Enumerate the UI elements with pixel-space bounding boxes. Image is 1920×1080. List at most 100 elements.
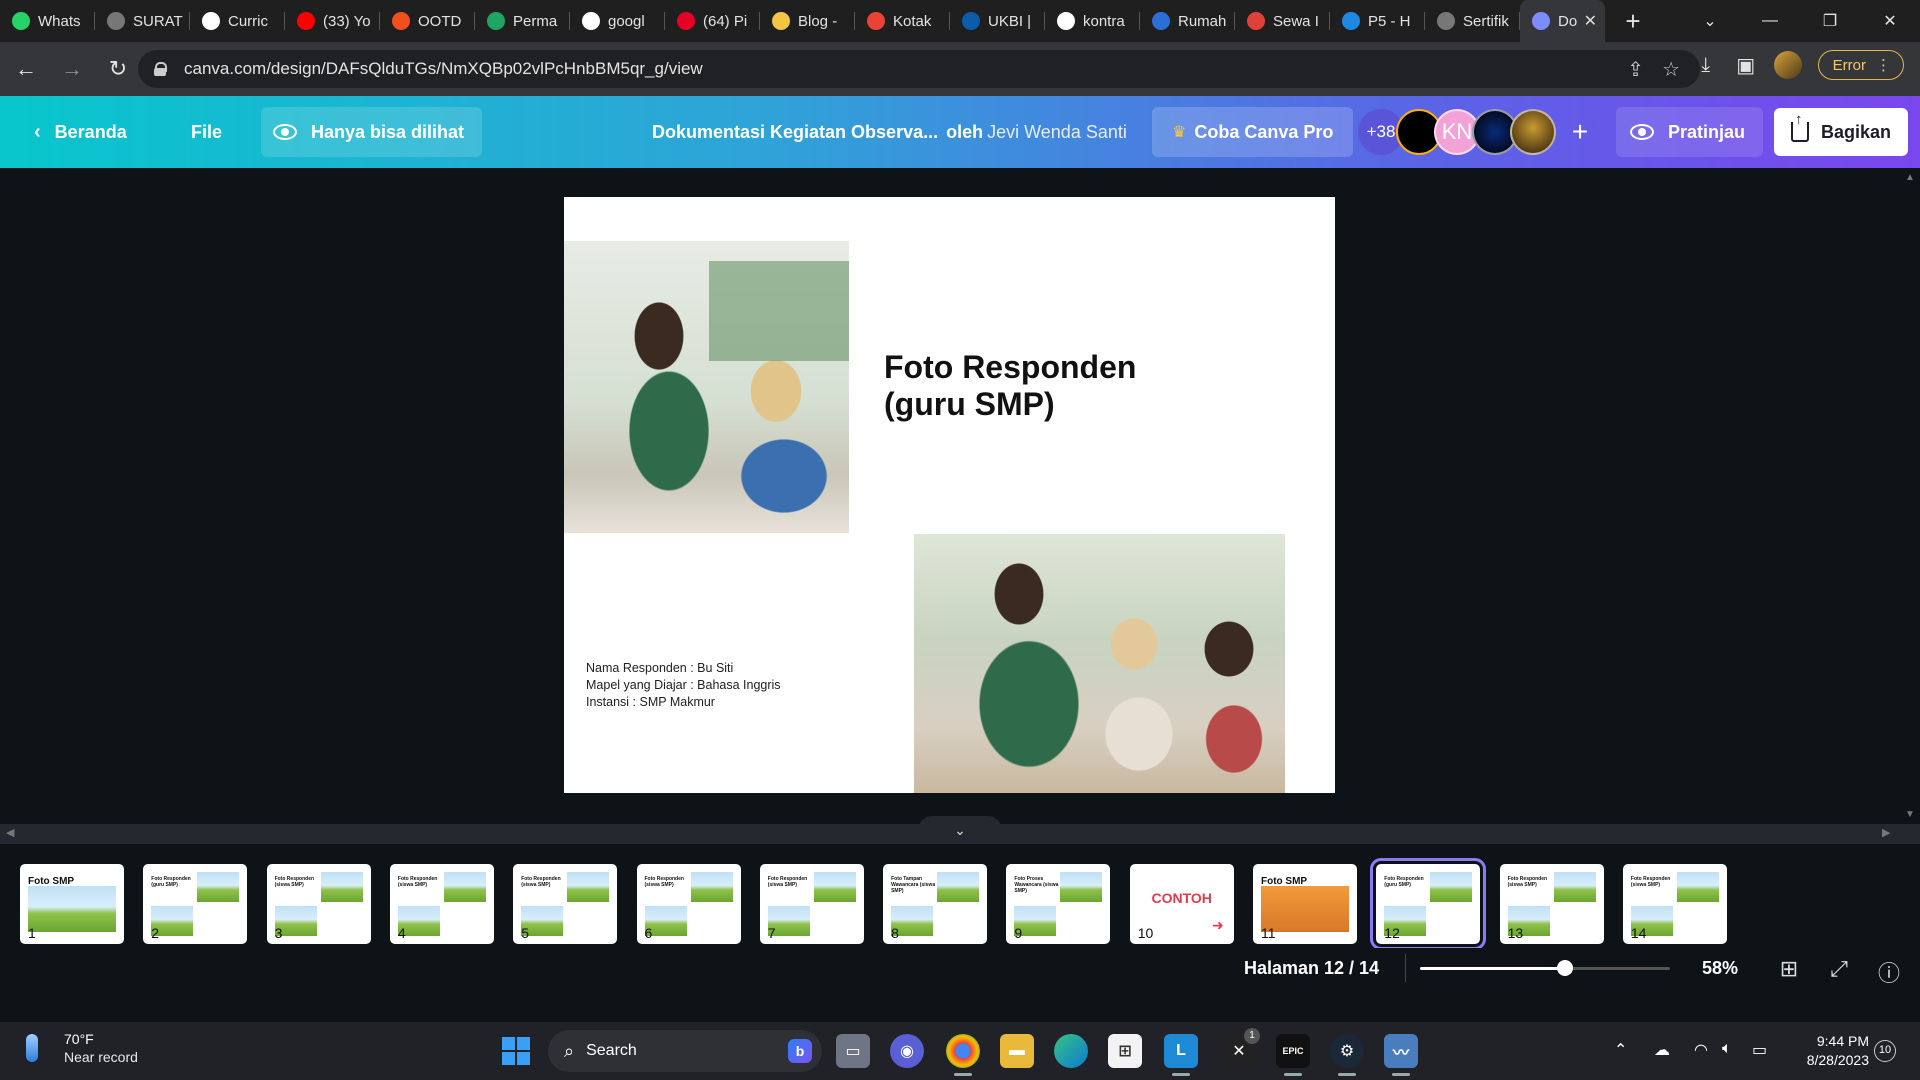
app-l-icon[interactable]: L bbox=[1164, 1034, 1198, 1076]
page-thumbnail[interactable]: Foto Responden (guru SMP) 12 bbox=[1370, 858, 1487, 950]
tab-active[interactable]: Do ✕ bbox=[1520, 0, 1605, 42]
notification-count[interactable]: 10 bbox=[1874, 1040, 1896, 1062]
teams-chat-icon[interactable]: ◉ bbox=[890, 1034, 924, 1068]
scroll-up-icon[interactable]: ▲ bbox=[1905, 172, 1915, 183]
filmstrip-header: ◀ ⌄ ▶ bbox=[0, 816, 1920, 844]
canva-header: ‹ Beranda File Hanya bisa dilihat Dokume… bbox=[0, 96, 1920, 168]
chrome-icon[interactable] bbox=[946, 1034, 980, 1076]
page-thumbnail[interactable]: Foto Responden (siswa SMP) 4 bbox=[389, 864, 494, 944]
zoom-level[interactable]: 58% bbox=[1702, 948, 1738, 988]
scroll-right-icon[interactable]: ▶ bbox=[1882, 826, 1890, 839]
reload-button[interactable]: ↻ bbox=[98, 56, 138, 82]
preview-button[interactable]: Pratinjau bbox=[1616, 107, 1764, 157]
taskbar-search[interactable]: ⌕ Search b bbox=[548, 1030, 822, 1072]
start-button[interactable] bbox=[502, 1037, 530, 1065]
add-collaborator-button[interactable]: + bbox=[1560, 109, 1600, 155]
share-button[interactable]: Bagikan bbox=[1774, 108, 1908, 156]
browser-tab[interactable]: UKBI | bbox=[950, 0, 1045, 42]
browser-tab[interactable]: OOTD bbox=[380, 0, 475, 42]
system-clock[interactable]: 9:44 PM 8/28/2023 bbox=[1795, 1032, 1869, 1070]
page-thumbnail[interactable]: CONTOH ➜ 10 bbox=[1129, 864, 1234, 944]
help-icon[interactable]: ⓘ bbox=[1876, 956, 1902, 988]
page-thumbnail[interactable]: Foto Proses Wawancara (siswa SMP) 9 bbox=[1006, 864, 1111, 944]
page-thumbnail[interactable]: Foto SMP 1 bbox=[20, 864, 124, 944]
browser-tab[interactable]: Sertifik bbox=[1425, 0, 1520, 42]
page-thumbnail[interactable]: Foto Responden (siswa SMP) 7 bbox=[759, 864, 864, 944]
browser-tab[interactable]: Perma bbox=[475, 0, 570, 42]
browser-tab[interactable]: googl bbox=[570, 0, 665, 42]
restore-button[interactable]: ❐ bbox=[1800, 11, 1860, 31]
thumbnail-number: 12 bbox=[1384, 925, 1400, 941]
tab-search-icon[interactable]: ⌄ bbox=[1680, 11, 1740, 31]
profile-error-button[interactable]: Error ⋮ bbox=[1817, 50, 1904, 80]
page-thumbnail[interactable]: Foto Responden (siswa SMP) 14 bbox=[1622, 864, 1727, 944]
bookmark-star-icon[interactable]: ☆ bbox=[1662, 57, 1680, 82]
vertical-scrollbar[interactable]: ▲ ▼ bbox=[1900, 168, 1920, 824]
zoom-slider[interactable] bbox=[1420, 960, 1670, 976]
collapse-filmstrip-button[interactable]: ⌄ bbox=[918, 816, 1002, 844]
download-icon[interactable]: ⤓ bbox=[1694, 54, 1718, 77]
page-thumbnail[interactable]: Foto Responden (siswa SMP) 5 bbox=[513, 864, 618, 944]
page-thumbnail[interactable]: Foto Responden (siswa SMP) 3 bbox=[266, 864, 371, 944]
browser-tab[interactable]: (33) Yo bbox=[285, 0, 380, 42]
grid-view-icon[interactable]: ⊞ bbox=[1776, 956, 1802, 982]
view-only-button[interactable]: Hanya bisa dilihat bbox=[261, 107, 483, 157]
search-label: Search bbox=[586, 1042, 637, 1059]
monitor-app-icon[interactable]: 〰 bbox=[1384, 1034, 1418, 1076]
browser-tab[interactable]: Sewa I bbox=[1235, 0, 1330, 42]
browser-tab[interactable]: SURAT bbox=[95, 0, 190, 42]
browser-tab[interactable]: Blog - bbox=[760, 0, 855, 42]
task-view-icon[interactable]: ▭ bbox=[836, 1034, 870, 1068]
volume-icon[interactable]: 🔈︎ bbox=[1722, 1040, 1732, 1058]
browser-tab[interactable]: kontra bbox=[1045, 0, 1140, 42]
fullscreen-icon[interactable]: ⤢ bbox=[1826, 956, 1852, 982]
thumbnail-image bbox=[1430, 872, 1473, 902]
page-thumbnail[interactable]: Foto Responden (siswa SMP) 6 bbox=[636, 864, 741, 944]
teacher-with-children-photo bbox=[914, 534, 1285, 793]
zoom-slider-handle[interactable] bbox=[1557, 960, 1573, 976]
home-button[interactable]: ‹ Beranda bbox=[34, 121, 127, 144]
share-page-icon[interactable]: ⇪ bbox=[1627, 57, 1644, 82]
steam-icon[interactable]: ⚙ bbox=[1330, 1034, 1364, 1076]
page-thumbnail[interactable]: Foto SMP 11 bbox=[1253, 864, 1357, 944]
minimize-button[interactable]: — bbox=[1740, 12, 1800, 30]
thumbnail-title: Foto Responden (siswa SMP) bbox=[397, 876, 438, 888]
battery-icon[interactable]: ▭ bbox=[1752, 1040, 1767, 1060]
edge-icon[interactable] bbox=[1054, 1034, 1088, 1068]
onedrive-icon[interactable]: ☁ bbox=[1654, 1040, 1670, 1060]
close-tab-icon[interactable]: ✕ bbox=[1584, 11, 1597, 31]
browser-tab[interactable]: Curric bbox=[190, 0, 285, 42]
close-window-button[interactable]: ✕ bbox=[1860, 11, 1920, 31]
browser-tab[interactable]: Rumah bbox=[1140, 0, 1235, 42]
thumbnail-image bbox=[813, 872, 856, 902]
thumbnail-title: Foto Proses Wawancara (siswa SMP) bbox=[1014, 876, 1059, 894]
forward-button[interactable]: → bbox=[52, 56, 92, 82]
scroll-left-icon[interactable]: ◀ bbox=[6, 826, 14, 839]
url-input[interactable]: canva.com/design/DAFsQlduTGs/NmXQBp02vlP… bbox=[138, 50, 1700, 88]
tab-label: Do bbox=[1558, 12, 1578, 30]
weather-widget[interactable]: 70°F Near record bbox=[26, 1030, 138, 1066]
side-panel-icon[interactable]: ▣ bbox=[1734, 53, 1758, 78]
epic-games-icon[interactable]: EPIC bbox=[1276, 1034, 1310, 1076]
browser-tab[interactable]: (64) Pi bbox=[665, 0, 760, 42]
slide-title: Foto Responden (guru SMP) bbox=[884, 349, 1137, 422]
back-button[interactable]: ← bbox=[6, 56, 46, 82]
file-menu-button[interactable]: File bbox=[191, 122, 222, 143]
microsoft-store-icon[interactable]: ⊞ bbox=[1108, 1034, 1142, 1068]
wifi-icon[interactable]: ◠ bbox=[1694, 1040, 1708, 1060]
browser-tab[interactable]: Kotak bbox=[855, 0, 950, 42]
bing-icon[interactable]: b bbox=[788, 1039, 812, 1063]
page-thumbnail[interactable]: Foto Responden (guru SMP) 2 bbox=[143, 864, 248, 944]
collaborator-avatar[interactable] bbox=[1510, 109, 1556, 155]
show-hidden-icons-icon[interactable]: ⌃ bbox=[1614, 1040, 1627, 1060]
browser-tab[interactable]: Whats bbox=[0, 0, 95, 42]
new-tab-button[interactable]: + bbox=[1619, 6, 1647, 37]
file-explorer-icon[interactable]: ▬ bbox=[1000, 1034, 1034, 1068]
try-pro-button[interactable]: ♛ Coba Canva Pro bbox=[1152, 107, 1354, 157]
home-label: Beranda bbox=[54, 121, 127, 142]
page-thumbnail[interactable]: Foto Tampan Wawancara (siswa SMP) 8 bbox=[883, 864, 988, 944]
browser-tab[interactable]: P5 - H bbox=[1330, 0, 1425, 42]
page-thumbnail[interactable]: Foto Responden (siswa SMP) 13 bbox=[1499, 864, 1604, 944]
profile-avatar[interactable] bbox=[1773, 51, 1802, 79]
scroll-down-icon[interactable]: ▼ bbox=[1905, 809, 1915, 820]
